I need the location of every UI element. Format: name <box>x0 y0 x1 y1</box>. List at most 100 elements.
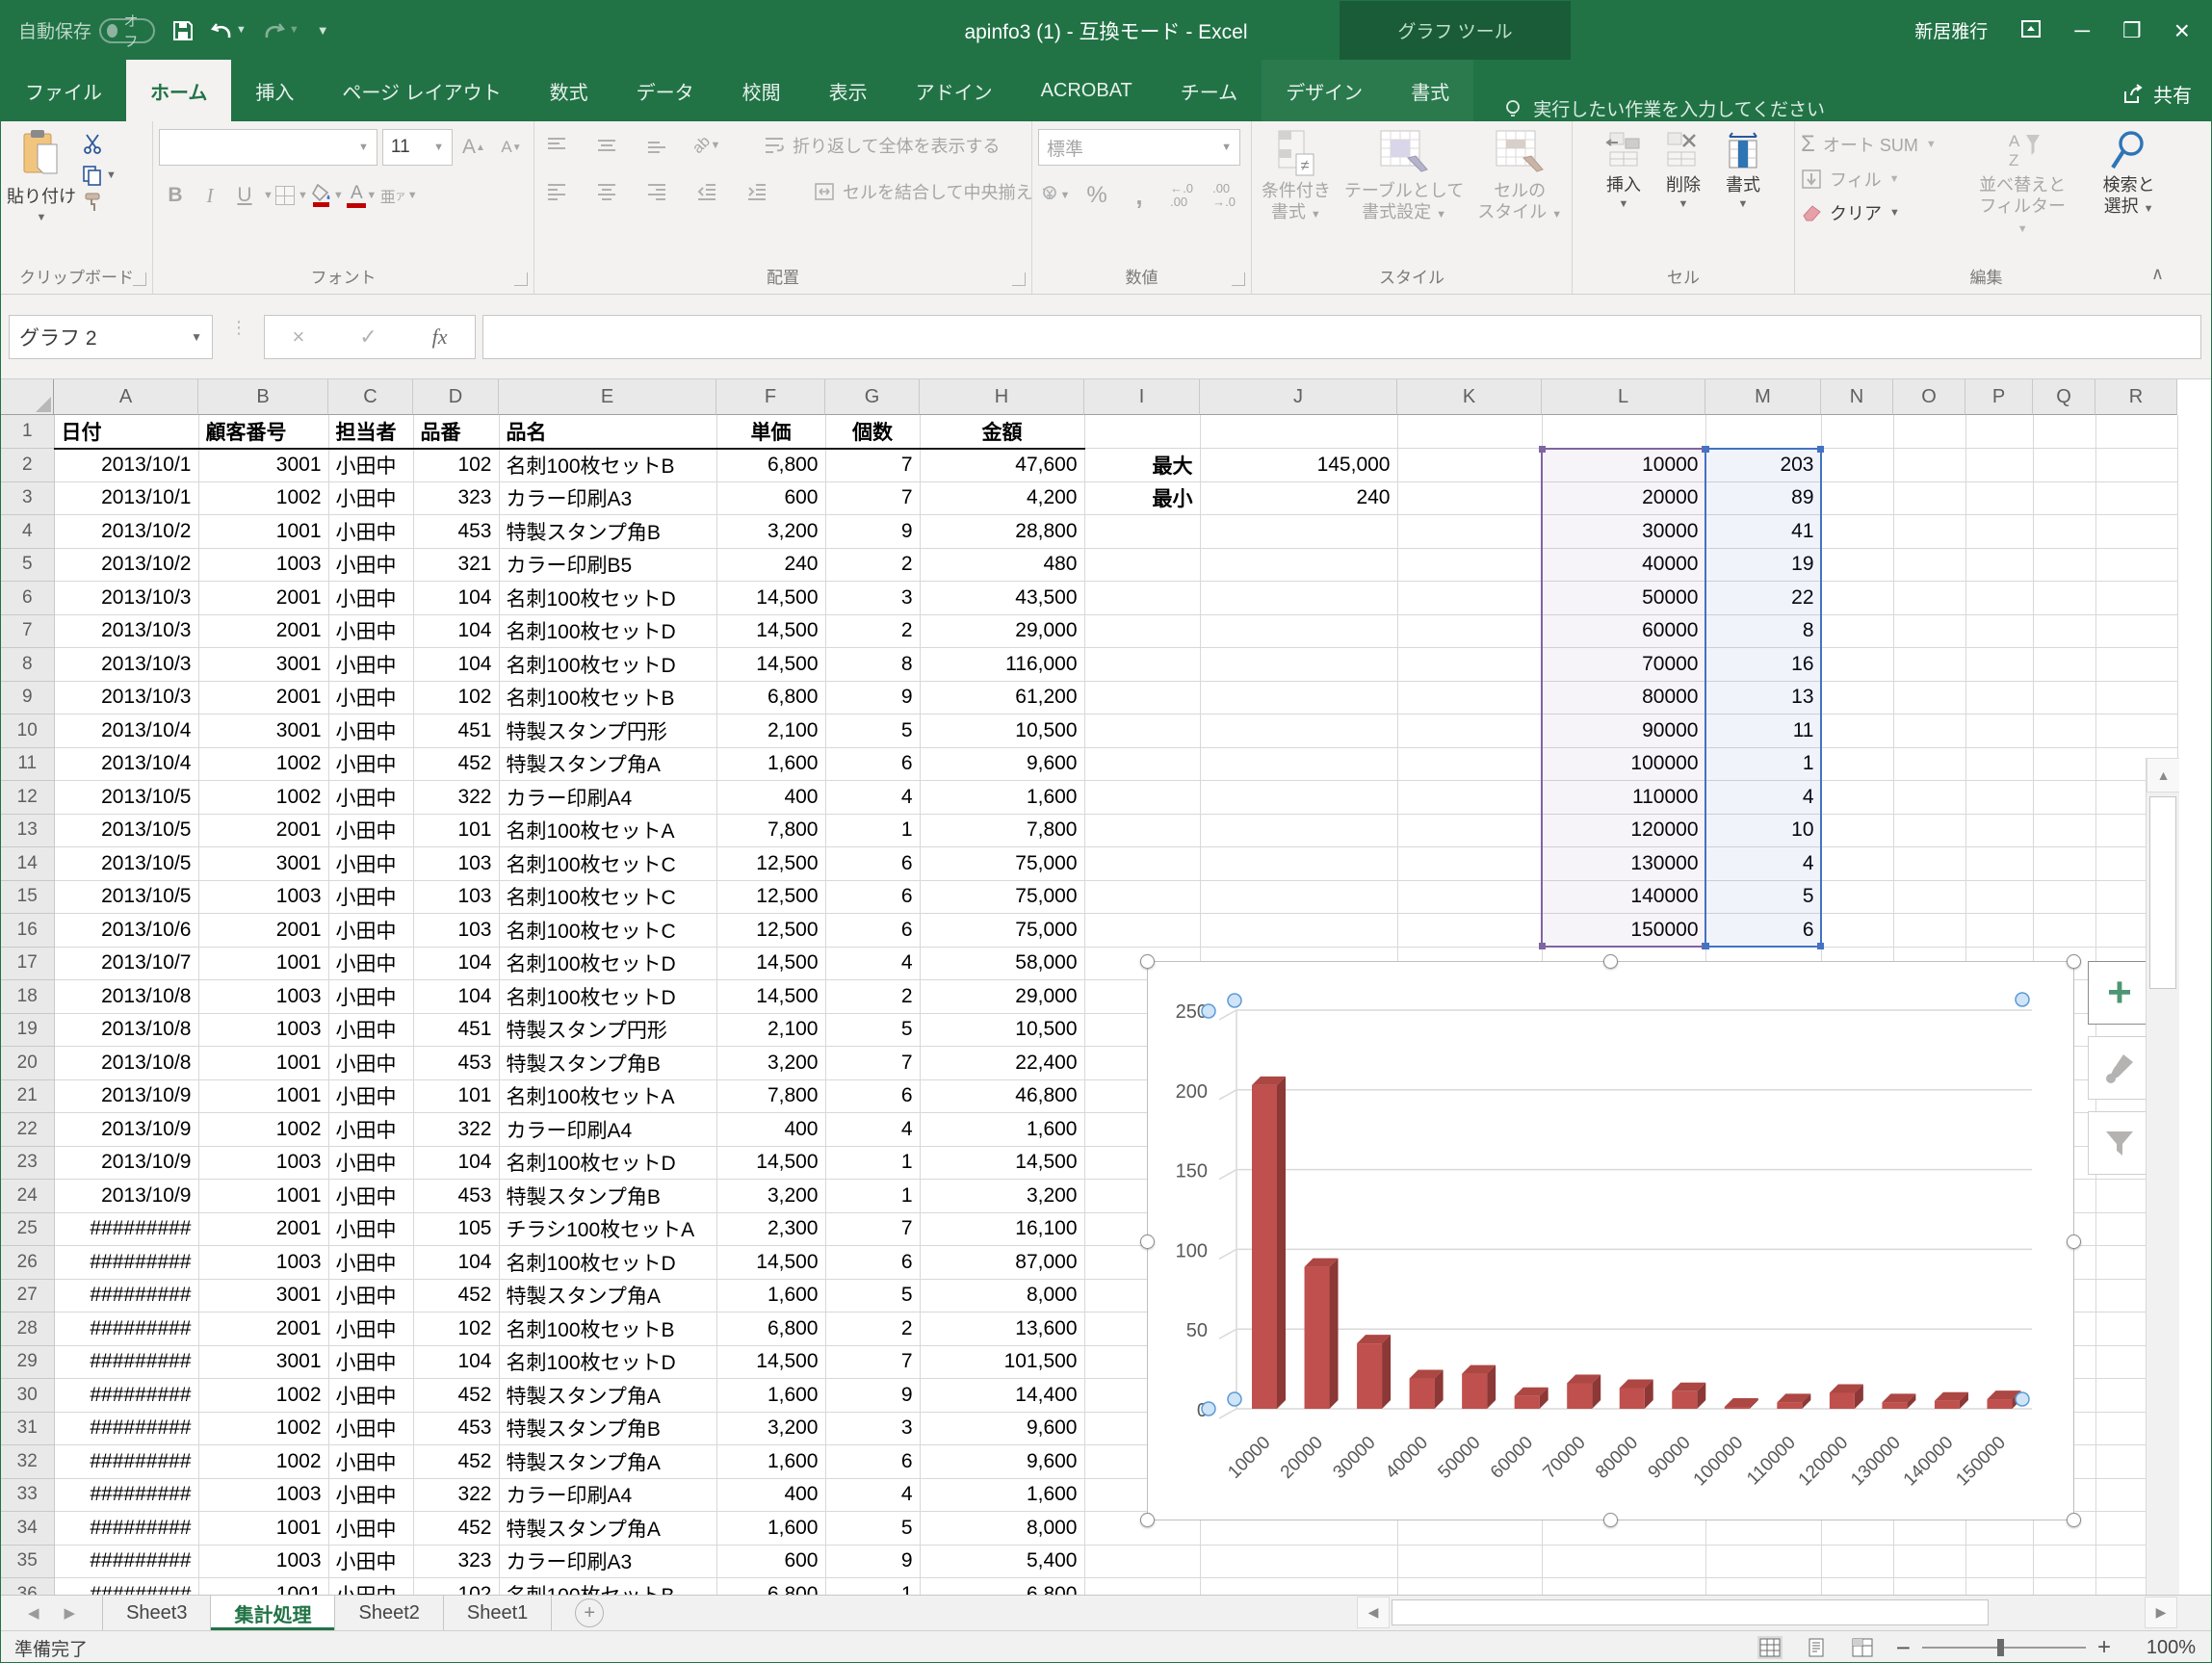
ribbon-tab-ファイル[interactable]: ファイル <box>1 60 126 121</box>
cell-B33[interactable]: 1003 <box>198 1478 328 1512</box>
cell-A28[interactable]: ######### <box>54 1312 198 1346</box>
cell-E31[interactable]: 特製スタンプ角B <box>499 1412 716 1445</box>
row-header-16[interactable]: 16 <box>1 914 54 948</box>
cell-A25[interactable]: ######### <box>54 1212 198 1246</box>
cell-M2[interactable]: 203 <box>1705 449 1821 482</box>
cell-P11[interactable] <box>1965 747 2033 781</box>
cell-B29[interactable]: 3001 <box>198 1345 328 1379</box>
cell-J13[interactable] <box>1200 814 1397 847</box>
cell-Q4[interactable] <box>2033 515 2095 549</box>
cell-B35[interactable]: 1003 <box>198 1545 328 1578</box>
cell-D33[interactable]: 322 <box>413 1478 499 1512</box>
cell-E3[interactable]: カラー印刷A3 <box>499 481 716 515</box>
cell-R6[interactable] <box>2095 582 2177 615</box>
cell-K9[interactable] <box>1397 681 1542 715</box>
row-header-21[interactable]: 21 <box>1 1079 54 1113</box>
cell-F22[interactable]: 400 <box>716 1113 825 1147</box>
cell-L5[interactable]: 40000 <box>1542 548 1705 582</box>
cell-E19[interactable]: 特製スタンプ円形 <box>499 1013 716 1047</box>
cell-C34[interactable]: 小田中 <box>328 1512 413 1546</box>
cell-O1[interactable] <box>1893 415 1965 449</box>
cell-B26[interactable]: 1003 <box>198 1246 328 1280</box>
cell-N11[interactable] <box>1821 747 1893 781</box>
percent-style-button[interactable]: % <box>1080 179 1113 212</box>
ribbon-tab-書式[interactable]: 書式 <box>1387 60 1473 121</box>
cell-M15[interactable]: 5 <box>1705 880 1821 914</box>
cell-P8[interactable] <box>1965 648 2033 682</box>
bold-button[interactable]: B <box>159 179 192 212</box>
format-cells-button[interactable]: 書式▼ <box>1724 131 1762 210</box>
cell-D8[interactable]: 104 <box>413 648 499 682</box>
cell-H35[interactable]: 5,400 <box>920 1545 1084 1578</box>
cell-Q2[interactable] <box>2033 449 2095 482</box>
chart-filters-button[interactable] <box>2088 1111 2151 1175</box>
cell-G28[interactable]: 2 <box>825 1312 920 1346</box>
cell-G26[interactable]: 6 <box>825 1246 920 1280</box>
cell-L13[interactable]: 120000 <box>1542 814 1705 847</box>
cell-P16[interactable] <box>1965 914 2033 948</box>
cell-I10[interactable] <box>1084 715 1200 748</box>
cell-L35[interactable] <box>1542 1545 1705 1578</box>
cell-L1[interactable] <box>1542 415 1705 449</box>
cell-C1[interactable]: 担当者 <box>328 415 413 449</box>
cell-R9[interactable] <box>2095 681 2177 715</box>
cell-F33[interactable]: 400 <box>716 1478 825 1512</box>
cell-R5[interactable] <box>2095 548 2177 582</box>
cell-G22[interactable]: 4 <box>825 1113 920 1147</box>
cell-B32[interactable]: 1002 <box>198 1445 328 1479</box>
cell-F27[interactable]: 1,600 <box>716 1279 825 1312</box>
cell-B34[interactable]: 1001 <box>198 1512 328 1546</box>
cell-Q5[interactable] <box>2033 548 2095 582</box>
cell-N12[interactable] <box>1821 781 1893 815</box>
cell-R3[interactable] <box>2095 481 2177 515</box>
cell-L36[interactable] <box>1542 1578 1705 1596</box>
cell-C13[interactable]: 小田中 <box>328 814 413 847</box>
cell-D30[interactable]: 452 <box>413 1379 499 1413</box>
fill-color-button[interactable]: ▼ <box>310 179 344 212</box>
cell-K10[interactable] <box>1397 715 1542 748</box>
row-header-25[interactable]: 25 <box>1 1212 54 1246</box>
cell-C12[interactable]: 小田中 <box>328 781 413 815</box>
comma-style-button[interactable]: , <box>1123 179 1156 212</box>
cell-C9[interactable]: 小田中 <box>328 681 413 715</box>
ribbon-tab-ACROBAT[interactable]: ACROBAT <box>1017 60 1157 121</box>
cell-F35[interactable]: 600 <box>716 1545 825 1578</box>
row-header-15[interactable]: 15 <box>1 880 54 914</box>
cell-A12[interactable]: 2013/10/5 <box>54 781 198 815</box>
row-header-34[interactable]: 34 <box>1 1512 54 1546</box>
cell-A26[interactable]: ######### <box>54 1246 198 1280</box>
cell-F16[interactable]: 12,500 <box>716 914 825 948</box>
row-header-4[interactable]: 4 <box>1 515 54 549</box>
cell-E17[interactable]: 名刺100枚セットD <box>499 947 716 980</box>
cell-D4[interactable]: 453 <box>413 515 499 549</box>
cell-N15[interactable] <box>1821 880 1893 914</box>
cell-H17[interactable]: 58,000 <box>920 947 1084 980</box>
cell-C30[interactable]: 小田中 <box>328 1379 413 1413</box>
cell-P15[interactable] <box>1965 880 2033 914</box>
cell-I1[interactable] <box>1084 415 1200 449</box>
cell-P14[interactable] <box>1965 847 2033 881</box>
cell-Q3[interactable] <box>2033 481 2095 515</box>
cell-E27[interactable]: 特製スタンプ角A <box>499 1279 716 1312</box>
cell-H11[interactable]: 9,600 <box>920 747 1084 781</box>
cell-D6[interactable]: 104 <box>413 582 499 615</box>
cell-A29[interactable]: ######### <box>54 1345 198 1379</box>
cell-H25[interactable]: 16,100 <box>920 1212 1084 1246</box>
page-layout-view-button[interactable] <box>1804 1636 1829 1659</box>
cell-C16[interactable]: 小田中 <box>328 914 413 948</box>
cell-C7[interactable]: 小田中 <box>328 614 413 648</box>
cell-E2[interactable]: 名刺100枚セットB <box>499 449 716 482</box>
cell-K5[interactable] <box>1397 548 1542 582</box>
cell-F7[interactable]: 14,500 <box>716 614 825 648</box>
cell-D23[interactable]: 104 <box>413 1146 499 1180</box>
cell-Q1[interactable] <box>2033 415 2095 449</box>
sheet-tab-Sheet3[interactable]: Sheet3 <box>102 1596 211 1630</box>
cell-M6[interactable]: 22 <box>1705 582 1821 615</box>
zoom-in-button[interactable]: + <box>2097 1634 2111 1661</box>
cell-G23[interactable]: 1 <box>825 1146 920 1180</box>
cell-D34[interactable]: 452 <box>413 1512 499 1546</box>
cell-A20[interactable]: 2013/10/8 <box>54 1047 198 1080</box>
cell-E18[interactable]: 名刺100枚セットD <box>499 980 716 1014</box>
cell-D9[interactable]: 102 <box>413 681 499 715</box>
cell-B10[interactable]: 3001 <box>198 715 328 748</box>
